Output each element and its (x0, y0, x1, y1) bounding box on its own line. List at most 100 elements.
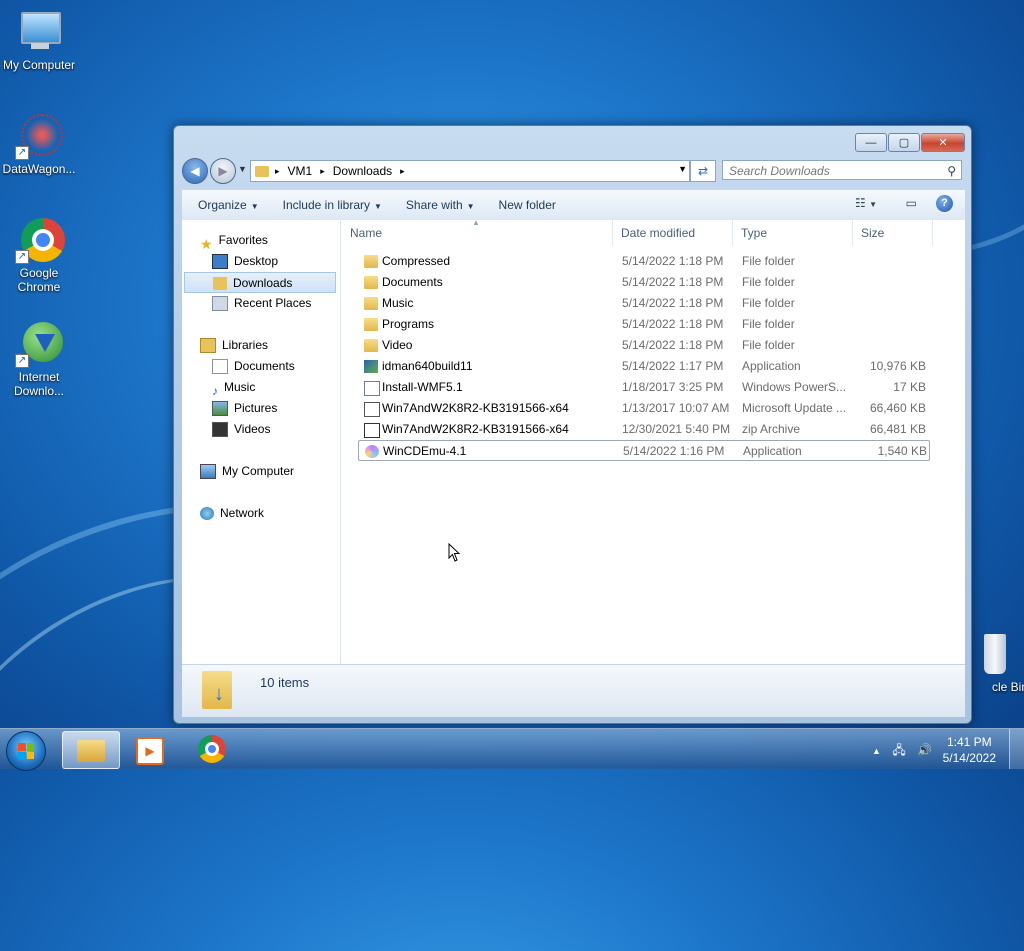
file-row[interactable]: Video 5/14/2022 1:18 PM File folder (358, 335, 930, 356)
explorer-folder-icon (77, 740, 105, 762)
maximize-button[interactable]: ▢ (888, 133, 920, 152)
nav-downloads[interactable]: Downloads (184, 272, 336, 293)
nav-recent-places[interactable]: Recent Places (212, 293, 311, 314)
search-icon[interactable]: ⚲ (947, 161, 956, 181)
file-row[interactable]: WinCDEmu-4.1 5/14/2022 1:16 PM Application… (358, 440, 930, 461)
breadcrumb-separator[interactable]: ▸ (400, 166, 405, 177)
taskbar-explorer-button[interactable] (62, 731, 120, 769)
help-button[interactable]: ? (936, 195, 953, 212)
system-tray: ▲ 🖧 🔊 (872, 741, 932, 762)
minimize-button[interactable]: — (855, 133, 887, 152)
file-row[interactable]: Compressed 5/14/2022 1:18 PM File folder (358, 251, 930, 272)
chrome-icon-core (208, 745, 216, 753)
nav-pictures[interactable]: Pictures (212, 398, 277, 419)
nav-label: Pictures (234, 401, 278, 415)
include-in-library-button[interactable]: Include in library ▼ (283, 198, 382, 212)
nav-documents[interactable]: Documents (212, 356, 295, 377)
breadcrumb-separator[interactable]: ▸ (275, 166, 280, 177)
folder-icon (364, 276, 378, 289)
organize-button[interactable]: Organize ▼ (198, 198, 259, 212)
share-with-button[interactable]: Share with ▼ (406, 198, 475, 212)
file-row[interactable]: Win7AndW2K8R2-KB3191566-x64 12/30/2021 5:… (358, 419, 930, 440)
pictures-icon (212, 401, 228, 417)
column-header-size[interactable]: Size (853, 220, 933, 246)
file-row[interactable]: Win7AndW2K8R2-KB3191566-x64 1/13/2017 10:… (358, 398, 930, 419)
preview-pane-icon: ▭ (905, 196, 917, 210)
file-name: Win7AndW2K8R2-KB3191566-x64 (382, 401, 569, 415)
file-date-modified: 5/14/2022 1:18 PM (622, 254, 724, 268)
desktop-icon (212, 254, 228, 270)
column-headers: Name ▲ Date modified Type Size (342, 218, 965, 246)
file-name: Compressed (382, 254, 451, 268)
window-controls: — ▢ ✕ (855, 133, 965, 152)
documents-icon (212, 359, 228, 375)
close-button[interactable]: ✕ (921, 133, 965, 152)
file-type: Application (742, 359, 801, 373)
file-type: Application (743, 444, 802, 458)
file-row[interactable]: Documents 5/14/2022 1:18 PM File folder (358, 272, 930, 293)
file-date-modified: 5/14/2022 1:17 PM (622, 359, 724, 373)
file-date-modified: 5/14/2022 1:18 PM (622, 296, 724, 310)
desktop-icon-label: My Computer (2, 58, 76, 72)
taskbar-chrome-button[interactable] (184, 731, 240, 767)
refresh-icon: ⇄ (697, 164, 709, 178)
chevron-down-icon: ▼ (869, 200, 877, 209)
refresh-button[interactable]: ⇄ (690, 160, 716, 182)
download-arrow-icon: ↓ (214, 683, 224, 705)
clock[interactable]: 1:41 PM 5/14/2022 (943, 734, 996, 766)
desktop-icon-internet-download-manager[interactable]: ↗ Internet Downlo... (0, 320, 79, 398)
nav-network[interactable]: Network (200, 503, 264, 524)
nav-music[interactable]: ♪ Music (212, 377, 255, 398)
explorer-window[interactable]: — ▢ ✕ ◀ ▶ ▼ ▸ VM1 ▸ Downloads ▸ ▼ ⇄ Sear… (173, 125, 972, 724)
breadcrumb-vm1[interactable]: VM1 (288, 164, 313, 178)
back-button[interactable]: ◀ (182, 158, 208, 184)
search-input[interactable]: Search Downloads ⚲ (722, 160, 962, 180)
breadcrumb-separator[interactable]: ▸ (320, 166, 325, 177)
forward-button[interactable]: ▶ (210, 158, 236, 184)
file-size: 17 KB (893, 380, 926, 394)
folder-icon (255, 165, 269, 177)
file-row[interactable]: Programs 5/14/2022 1:18 PM File folder (358, 314, 930, 335)
network-status-icon[interactable]: 🖧 (892, 743, 905, 757)
nav-libraries[interactable]: Libraries (200, 335, 268, 356)
command-bar: Organize ▼ Include in library ▼ Share with… (182, 189, 965, 221)
taskbar-media-player-button[interactable]: ▶ (122, 731, 178, 767)
file-row[interactable]: idman640build11 5/14/2022 1:17 PM Applicat… (358, 356, 930, 377)
file-row[interactable]: Install-WMF5.1 1/18/2017 3:25 PM Windows P… (358, 377, 930, 398)
show-desktop-button[interactable] (1009, 729, 1024, 769)
details-pane: ↓ 10 items (182, 664, 965, 717)
volume-icon[interactable]: 🔊 (917, 743, 932, 757)
recent-pages-dropdown[interactable]: ▼ (238, 164, 247, 174)
change-view-button[interactable]: ☷ ▼ (855, 196, 877, 210)
idm-icon: ↗ (15, 320, 63, 368)
desktop-icon-datawagon[interactable]: ↗ DataWagon... (0, 112, 79, 176)
desktop-icon-google-chrome[interactable]: ↗ Google Chrome (0, 216, 79, 294)
chevron-down-icon: ▼ (374, 202, 382, 211)
file-row[interactable]: Music 5/14/2022 1:18 PM File folder (358, 293, 930, 314)
nav-my-computer[interactable]: My Computer (200, 461, 294, 482)
network-icon (200, 507, 214, 521)
file-name: Video (382, 338, 413, 352)
column-header-type[interactable]: Type (733, 220, 853, 246)
search-placeholder: Search Downloads (729, 164, 830, 178)
nav-favorites[interactable]: ★ Favorites (200, 230, 268, 252)
desktop-icon-my-computer[interactable]: My Computer (0, 8, 79, 72)
file-type: File folder (742, 338, 795, 352)
nav-label: Documents (234, 359, 295, 373)
file-date-modified: 5/14/2022 1:18 PM (622, 275, 724, 289)
address-dropdown[interactable]: ▼ (678, 164, 687, 174)
start-button[interactable] (6, 731, 46, 771)
nav-label: Videos (234, 422, 271, 436)
file-date-modified: 12/30/2021 5:40 PM (622, 422, 731, 436)
show-hidden-icons-button[interactable]: ▲ (872, 746, 881, 756)
column-header-date-modified[interactable]: Date modified (613, 220, 733, 246)
preview-pane-button[interactable]: ▭ (906, 196, 917, 210)
folder-icon (364, 339, 378, 352)
breadcrumb-downloads[interactable]: Downloads (333, 164, 392, 178)
new-folder-button[interactable]: New folder (499, 198, 556, 212)
nav-desktop[interactable]: Desktop (212, 251, 278, 272)
address-bar[interactable]: ▸ VM1 ▸ Downloads ▸ ▼ (250, 160, 690, 182)
file-type: File folder (742, 317, 795, 331)
nav-videos[interactable]: Videos (212, 419, 270, 440)
nav-label: My Computer (222, 464, 295, 478)
